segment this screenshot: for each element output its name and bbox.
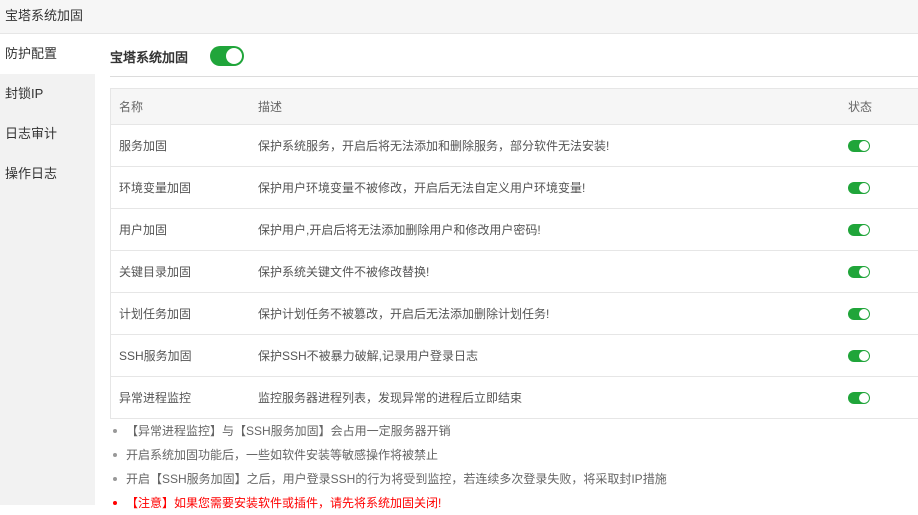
master-switch-row: 宝塔系统加固	[110, 45, 244, 67]
row-description: 保护用户,开启后将无法添加删除用户和修改用户密码!	[250, 209, 847, 251]
table-row: SSH服务加固 保护SSH不被暴力破解,记录用户登录日志	[111, 335, 918, 377]
row-name: 计划任务加固	[111, 293, 251, 335]
sidebar-item-log-audit[interactable]: 日志审计	[0, 114, 95, 154]
column-header-name: 名称	[111, 89, 251, 125]
row-toggle[interactable]	[848, 350, 870, 362]
row-toggle[interactable]	[848, 140, 870, 152]
table-row: 服务加固 保护系统服务，开启后将无法添加和删除服务，部分软件无法安装!	[111, 125, 918, 167]
row-toggle[interactable]	[848, 182, 870, 194]
toggle-knob	[859, 393, 869, 403]
column-header-description: 描述	[250, 89, 847, 125]
hardening-table: 名称 描述 状态 服务加固 保护系统服务，开启后将无法添加和删除服务，部分软件无…	[110, 88, 918, 419]
sidebar-item-operation-log[interactable]: 操作日志	[0, 154, 95, 194]
toggle-knob	[859, 351, 869, 361]
note-item-warning: 【注意】如果您需要安装软件或插件，请先将系统加固关闭!	[110, 491, 667, 515]
window-title: 宝塔系统加固	[5, 5, 83, 24]
toggle-knob	[859, 225, 869, 235]
row-name: 异常进程监控	[111, 377, 251, 419]
note-item: 【异常进程监控】与【SSH服务加固】会占用一定服务器开销	[110, 419, 667, 443]
row-description: 保护系统关键文件不被修改替换!	[250, 251, 847, 293]
note-item: 开启【SSH服务加固】之后，用户登录SSH的行为将受到监控，若连续多次登录失败，…	[110, 467, 667, 491]
toggle-knob	[859, 309, 869, 319]
sidebar-item-label: 操作日志	[5, 166, 57, 181]
sidebar-item-label: 防护配置	[5, 46, 57, 61]
row-description: 监控服务器进程列表，发现异常的进程后立即结束	[250, 377, 847, 419]
row-toggle[interactable]	[848, 308, 870, 320]
window-titlebar: 宝塔系统加固	[0, 0, 918, 34]
row-name: SSH服务加固	[111, 335, 251, 377]
master-switch-label: 宝塔系统加固	[110, 47, 188, 66]
master-toggle[interactable]	[210, 46, 244, 66]
row-toggle[interactable]	[848, 224, 870, 236]
main-panel: 宝塔系统加固 名称 描述 状态 服务加固 保护系统服务，开启后将无法添加和删除服…	[95, 34, 918, 505]
sidebar-item-block-ip[interactable]: 封锁IP	[0, 74, 95, 114]
row-description: 保护系统服务，开启后将无法添加和删除服务，部分软件无法安装!	[250, 125, 847, 167]
toggle-knob	[859, 183, 869, 193]
sidebar-item-label: 封锁IP	[5, 86, 43, 101]
sidebar: 防护配置 封锁IP 日志审计 操作日志	[0, 34, 95, 505]
row-description: 保护用户环境变量不被修改，开启后无法自定义用户环境变量!	[250, 167, 847, 209]
row-toggle[interactable]	[848, 266, 870, 278]
row-name: 关键目录加固	[111, 251, 251, 293]
note-item: 开启系统加固功能后，一些如软件安装等敏感操作将被禁止	[110, 443, 667, 467]
table-header-row: 名称 描述 状态	[111, 89, 918, 125]
sidebar-item-label: 日志审计	[5, 126, 57, 141]
row-description: 保护SSH不被暴力破解,记录用户登录日志	[250, 335, 847, 377]
table-row: 计划任务加固 保护计划任务不被篡改，开启后无法添加删除计划任务!	[111, 293, 918, 335]
row-name: 环境变量加固	[111, 167, 251, 209]
toggle-knob	[226, 48, 242, 64]
row-toggle[interactable]	[848, 392, 870, 404]
table-row: 环境变量加固 保护用户环境变量不被修改，开启后无法自定义用户环境变量!	[111, 167, 918, 209]
row-name: 服务加固	[111, 125, 251, 167]
table-row: 异常进程监控 监控服务器进程列表，发现异常的进程后立即结束	[111, 377, 918, 419]
table-row: 用户加固 保护用户,开启后将无法添加删除用户和修改用户密码!	[111, 209, 918, 251]
toggle-knob	[859, 267, 869, 277]
notes-list: 【异常进程监控】与【SSH服务加固】会占用一定服务器开销 开启系统加固功能后，一…	[110, 419, 667, 515]
toggle-knob	[859, 141, 869, 151]
row-description: 保护计划任务不被篡改，开启后无法添加删除计划任务!	[250, 293, 847, 335]
column-header-status: 状态	[847, 89, 918, 125]
divider	[110, 76, 918, 77]
row-name: 用户加固	[111, 209, 251, 251]
table-row: 关键目录加固 保护系统关键文件不被修改替换!	[111, 251, 918, 293]
sidebar-item-protection-config[interactable]: 防护配置	[0, 34, 95, 74]
